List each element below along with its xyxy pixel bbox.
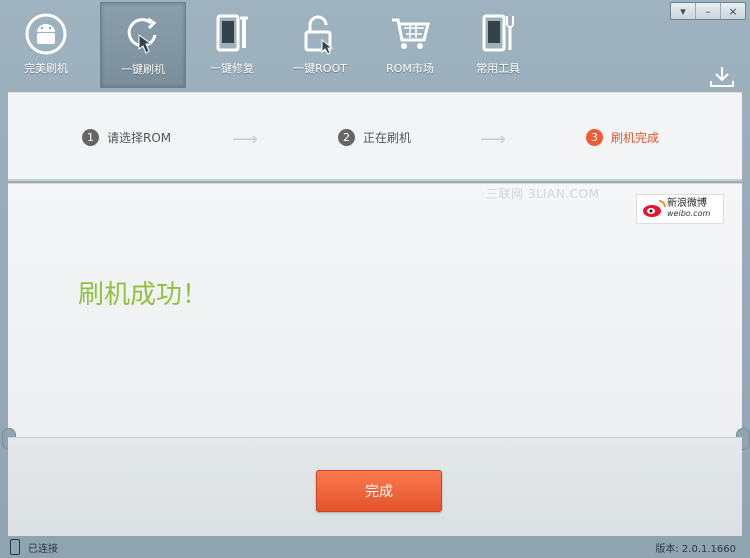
tab-label: 一键刷机 (121, 63, 165, 76)
android-icon (24, 12, 68, 56)
connection-status: 已连接 (10, 539, 58, 555)
phone-icon (10, 539, 20, 555)
step-flashing: 2 正在刷机 (338, 129, 411, 146)
action-bar: 完成 (8, 437, 742, 536)
weibo-logo-icon (641, 199, 667, 219)
toolbar: 完美刷机 一键刷机 一键修复 一键ROOT ROM市场 常用工具 (0, 0, 750, 90)
tab-label: 一键ROOT (293, 62, 347, 75)
step-label: 刷机完成 (611, 131, 660, 145)
connection-label: 已连接 (28, 543, 58, 555)
touch-refresh-icon (121, 13, 165, 57)
tools-icon (476, 12, 520, 56)
tab-label: 常用工具 (476, 62, 520, 75)
tab-one-key-repair[interactable]: 一键修复 (190, 2, 274, 86)
steps-panel: 1 请选择ROM ⟶ 2 正在刷机 ⟶ 3 刷机完成 (8, 92, 742, 181)
tab-common-tools[interactable]: 常用工具 (456, 2, 540, 86)
arrow-right-icon: ⟶ (232, 129, 258, 150)
close-button[interactable]: × (720, 3, 745, 19)
window-controls: ▾ – × (670, 2, 746, 20)
tab-perfect-flash[interactable]: 完美刷机 (4, 2, 88, 86)
step-number: 3 (586, 129, 603, 146)
tab-label: 完美刷机 (24, 62, 68, 75)
step-label: 正在刷机 (363, 131, 412, 145)
tab-one-key-flash[interactable]: 一键刷机 (100, 2, 186, 88)
cart-icon (388, 12, 432, 56)
step-number: 2 (338, 129, 355, 146)
flash-success-message: 刷机成功！ (78, 280, 209, 310)
tab-rom-market[interactable]: ROM市场 (368, 2, 452, 86)
weibo-text: 新浪微博 weibo.com (667, 199, 710, 219)
weibo-domain: weibo.com (667, 209, 711, 218)
watermark: 三联网 3LIAN.COM (486, 187, 600, 201)
download-icon[interactable] (708, 66, 736, 88)
step-flash-complete: 3 刷机完成 (586, 129, 659, 146)
done-button[interactable]: 完成 (316, 470, 442, 512)
content-panel: 三联网 3LIAN.COM 新浪微博 weibo.com 刷机成功！ (8, 183, 742, 438)
minimize-button[interactable]: – (695, 3, 720, 19)
tab-label: 一键修复 (210, 62, 254, 75)
arrow-right-icon: ⟶ (480, 129, 506, 150)
tab-one-key-root[interactable]: 一键ROOT (278, 2, 362, 86)
weibo-share-button[interactable]: 新浪微博 weibo.com (636, 194, 724, 224)
menu-button[interactable]: ▾ (671, 3, 695, 19)
step-number: 1 (82, 129, 99, 146)
step-select-rom: 1 请选择ROM (82, 129, 171, 146)
weibo-label: 新浪微博 (667, 198, 707, 209)
version-label: 版本: 2.0.1.1660 (655, 543, 736, 555)
tab-label: ROM市场 (386, 62, 434, 75)
tablet-wrench-icon (210, 12, 254, 56)
status-bar: 已连接 版本: 2.0.1.1660 (0, 536, 750, 558)
app-window: 完美刷机 一键刷机 一键修复 一键ROOT ROM市场 常用工具 ▾ – × 1… (0, 0, 750, 558)
unlock-icon (298, 12, 342, 56)
step-label: 请选择ROM (107, 131, 172, 145)
